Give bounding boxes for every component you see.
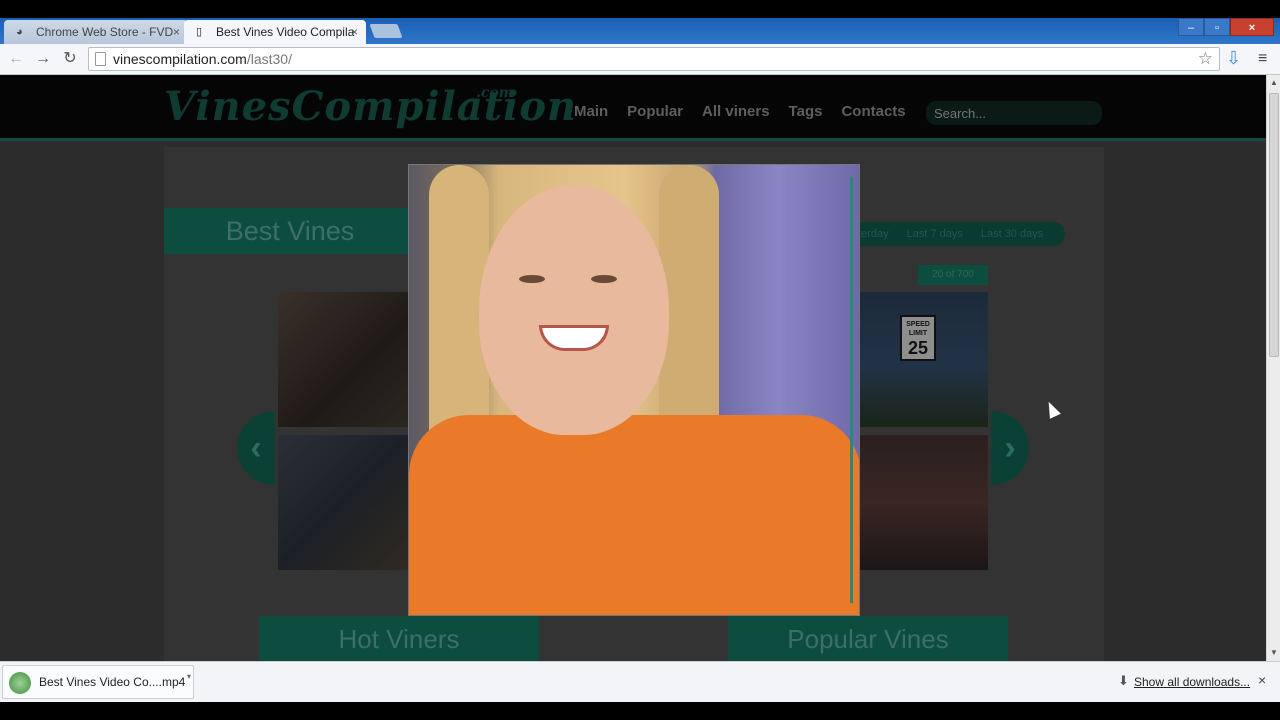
reload-button[interactable]: ↻ [59, 49, 81, 69]
browser-toolbar: ← → ↻ vinescompilation.com/last30/ ☆ ⇩ ≡ [0, 44, 1280, 75]
item-counter: 20 of 700 [918, 265, 988, 285]
video-frame-eye [519, 275, 545, 283]
speed-limit-sign: SPEED LIMIT 25 [900, 315, 936, 361]
filter-last-30-days[interactable]: Last 30 days [981, 228, 1043, 240]
download-file-name: Best Vines Video Co....mp4 [39, 675, 186, 689]
bookmark-star-icon[interactable]: ☆ [1198, 49, 1213, 69]
speed-sign-text: SPEED LIMIT [906, 321, 930, 337]
speed-sign-number: 25 [907, 338, 929, 358]
minimize-button[interactable]: – [1178, 18, 1204, 36]
nav-contacts[interactable]: Contacts [841, 103, 905, 120]
page-icon [95, 52, 106, 66]
video-thumbnail[interactable] [858, 435, 988, 570]
filter-yesterday[interactable]: terday [858, 228, 889, 240]
tab-title: Chrome Web Store - FVD [36, 25, 174, 39]
hot-viners-heading: Hot Viners [259, 616, 539, 661]
close-shelf-icon[interactable]: × [1258, 672, 1266, 688]
page-viewport: VinesCompilation .com Main Popular All v… [0, 75, 1266, 661]
video-file-icon [9, 672, 31, 694]
site-logo[interactable]: VinesCompilation [164, 83, 577, 130]
nav-main[interactable]: Main [574, 103, 608, 120]
tab-chrome-web-store[interactable]: ◕ Chrome Web Store - FVD × [4, 20, 188, 44]
video-thumbnail[interactable] [278, 292, 408, 427]
video-frame-shirt [409, 415, 859, 615]
download-item[interactable]: Best Vines Video Co....mp4 ▾ [2, 665, 194, 699]
video-thumbnail[interactable] [278, 435, 408, 570]
close-window-button[interactable]: × [1230, 18, 1274, 36]
site-search-input[interactable] [926, 101, 1102, 125]
scroll-down-icon[interactable]: ▼ [1270, 648, 1278, 657]
address-bar[interactable]: vinescompilation.com/last30/ ☆ [88, 47, 1220, 71]
page-icon: ▯ [196, 26, 203, 38]
period-filter: terday Last 7 days Last 30 days [852, 222, 1065, 246]
forward-button[interactable]: → [32, 49, 54, 69]
download-arrow-icon[interactable]: ⇩ [1226, 48, 1241, 69]
nav-popular[interactable]: Popular [627, 103, 683, 120]
maximize-button[interactable]: ▫ [1204, 18, 1230, 36]
site-header: VinesCompilation .com Main Popular All v… [0, 75, 1266, 141]
video-progress-bar[interactable] [850, 177, 853, 603]
new-tab-button[interactable] [369, 24, 403, 38]
site-nav: Main Popular All viners Tags Contacts [574, 103, 906, 120]
video-player[interactable] [408, 164, 860, 616]
nav-all-viners[interactable]: All viners [702, 103, 770, 120]
tab-strip: ◕ Chrome Web Store - FVD × ▯ Best Vines … [0, 18, 1280, 44]
url-path: /last30/ [246, 51, 292, 67]
download-icon: ⬇ [1118, 673, 1129, 688]
show-all-downloads-link[interactable]: Show all downloads... [1134, 675, 1250, 689]
window-controls: – ▫ × [1178, 18, 1274, 36]
page-scrollbar[interactable]: ▲ ▼ [1266, 75, 1280, 661]
tab-close-icon[interactable]: × [351, 20, 358, 44]
download-dropdown-icon[interactable]: ▾ [187, 672, 191, 681]
video-frame-eye [591, 275, 617, 283]
tab-close-icon[interactable]: × [173, 20, 180, 44]
url-text[interactable]: vinescompilation.com/last30/ [113, 51, 292, 67]
window-top-strip [0, 0, 1280, 18]
window-bottom-strip [0, 702, 1280, 720]
download-shelf: Best Vines Video Co....mp4 ▾ ⬇ Show all … [0, 661, 1280, 702]
menu-icon[interactable]: ≡ [1258, 50, 1267, 68]
video-frame-face [479, 185, 669, 435]
filter-last-7-days[interactable]: Last 7 days [907, 228, 963, 240]
chrome-store-icon: ◕ [16, 26, 23, 38]
back-button[interactable]: ← [5, 49, 27, 69]
scrollbar-thumb[interactable] [1269, 93, 1279, 357]
tab-best-vines[interactable]: ▯ Best Vines Video Compila × [184, 20, 366, 44]
site-logo-suffix: .com [476, 85, 514, 101]
popular-vines-heading: Popular Vines [728, 616, 1008, 661]
scroll-up-icon[interactable]: ▲ [1270, 78, 1278, 87]
best-vines-heading: Best Vines [164, 208, 416, 254]
url-host: vinescompilation.com [113, 51, 247, 67]
tab-title: Best Vines Video Compila [216, 25, 355, 39]
nav-tags[interactable]: Tags [789, 103, 823, 120]
